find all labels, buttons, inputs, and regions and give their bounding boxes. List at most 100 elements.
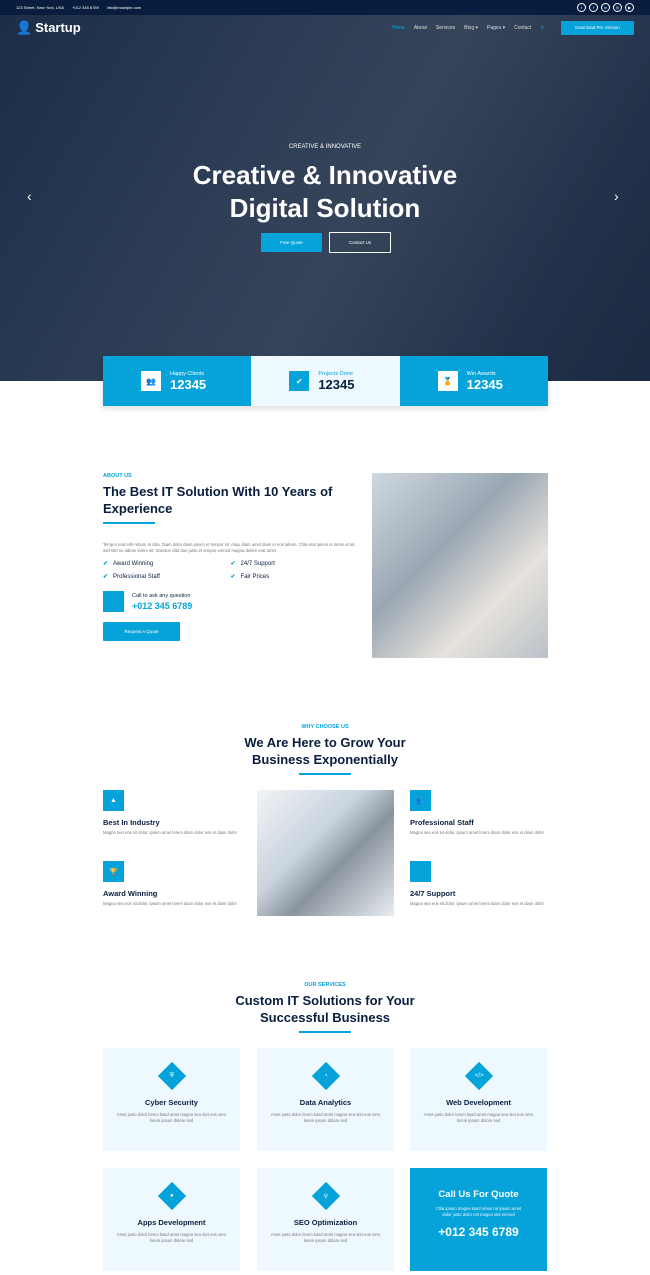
about-image [372,473,548,658]
hero-title-2: Digital Solution [229,193,421,223]
feature-text: Magna sea eos sit dolor, ipsum amet lore… [410,830,544,835]
quote-title: Call Us For Quote [438,1189,519,1200]
nav-home[interactable]: Home [392,25,405,31]
why-header: WHY CHOOSE US We Are Here to Grow Your B… [0,724,650,775]
nav-services[interactable]: Services [436,25,455,31]
user-icon: 👤 [16,19,33,35]
stat-value: 12345 [170,376,207,392]
nav-menu: Home About Services Blog ▾ Pages ▾ Conta… [392,20,634,35]
address: 123 Street, New York, USA [16,5,65,10]
carousel-prev-icon[interactable]: ‹ [27,188,32,204]
check-item: ✔ Award Winning [103,560,231,568]
stats-bar: 👥 Happy Clients 12345 ✔ Projects Done 12345 … [103,356,548,406]
stat-value: 12345 [318,376,355,392]
divider [299,773,351,775]
about-subtitle: ABOUT US [103,473,132,479]
navbar: 👤 Startup Home About Services Blog ▾ Page… [0,15,650,40]
feature-professional-staff: 👥 Professional Staff Magna sea eos sit dol… [410,790,547,836]
android-icon: ● [157,1181,186,1211]
users-icon: 👥 [410,790,431,811]
brand-logo[interactable]: 👤 Startup [16,20,81,36]
about-section: ABOUT US The Best IT Solution With 10 Ye… [103,473,359,642]
check-item: ✔ Fair Prices [230,573,359,581]
divider [103,522,155,524]
service-card-cyber-security[interactable]: ⛨ Cyber Security Amet justo dolor lorem ka… [103,1048,240,1151]
hero-title-1: Creative & Innovative [192,160,458,190]
check-item: ✔ Professional Staff [103,573,231,581]
stat-value: 12345 [466,376,503,392]
check-icon: ✔ [103,574,109,581]
why-subtitle: WHY CHOOSE US [301,724,349,730]
stat-win-awards: 🏅 Win Awards 12345 [399,356,548,406]
nav-about[interactable]: About [414,25,427,31]
quote-phone: +012 345 6789 [438,1225,519,1240]
stat-happy-clients: 👥 Happy Clients 12345 [103,356,252,406]
service-card-seo-optimization[interactable]: ⚲ SEO Optimization Amet justo dolor lorem … [257,1168,394,1271]
feature-text: Magna sea eos sit dolor, ipsum amet lore… [103,901,237,906]
stat-label: Happy Clients [170,370,205,377]
quote-text: Clita ipsum magna kasd rebum at ipsum am… [435,1206,522,1218]
nav-pages[interactable]: Pages ▾ [487,25,505,31]
feature-24-7-support: 24/7 Support Magna sea eos sit dolor, ips… [410,861,547,907]
youtube-icon[interactable]: ▶ [625,3,634,12]
cube-icon: ▲ [103,790,124,811]
instagram-icon[interactable]: ◎ [613,3,622,12]
feature-title: Award Winning [103,889,158,898]
download-pro-button[interactable]: Download Pro Version [561,20,634,35]
check-label: 24/7 Support [240,560,275,567]
services-title-1: Custom IT Solutions for Your [235,993,415,1008]
award-icon: 🏅 [437,371,458,391]
check-icon: ✔ [103,561,109,568]
check-icon: ✔ [230,574,236,581]
why-title-2: Business Exponentially [252,752,398,767]
service-card-web-development[interactable]: </> Web Development Amet justo dolor lorem… [410,1048,547,1151]
service-title: Cyber Security [145,1098,198,1107]
services-subtitle: OUR SERVICES [304,982,346,988]
service-text: Amet justo dolor lorem kasd amet magna s… [116,1232,227,1244]
service-title: Data Analytics [299,1098,352,1107]
contact-us-button[interactable]: Contact Us [329,232,391,253]
twitter-icon[interactable]: t [577,3,586,12]
phone-icon [410,861,431,882]
email: info@example.com [106,5,142,10]
search-icon[interactable]: ⚲ [540,25,544,31]
hero-kicker: CREATIVE & INNOVATIVE [288,144,362,150]
service-text: Amet justo dolor lorem kasd amet magna s… [270,1232,381,1244]
feature-text: Magna sea eos sit dolor, ipsum amet lore… [103,830,237,835]
service-card-apps-development[interactable]: ● Apps Development Amet justo dolor lorem … [103,1168,240,1271]
service-text: Amet justo dolor lorem kasd amet magna s… [423,1112,534,1124]
about-title: The Best IT Solution With 10 Years of Ex… [103,484,333,516]
feature-title: Professional Staff [410,818,474,827]
feature-title: 24/7 Support [410,889,456,898]
call-for-quote-card: Call Us For Quote Clita ipsum magna kasd… [410,1168,547,1271]
nav-contact[interactable]: Contact [514,25,531,31]
service-card-data-analytics[interactable]: ◔ Data Analytics Amet justo dolor lorem ka… [257,1048,394,1151]
code-icon: </> [464,1061,493,1091]
nav-blog[interactable]: Blog ▾ [464,25,478,31]
phone-icon [103,591,124,613]
service-title: Apps Development [137,1218,206,1227]
chart-pie-icon: ◔ [311,1061,340,1091]
check-icon: ✔ [289,371,310,391]
services-header: OUR SERVICES Custom IT Solutions for You… [0,982,650,1033]
social-links: t f in ◎ ▶ [577,3,634,12]
stat-label: Projects Done [318,370,353,377]
users-icon: 👥 [141,371,161,391]
why-title-1: We Are Here to Grow Your [244,735,406,750]
linkedin-icon[interactable]: in [601,3,610,12]
call-number: +012 345 6789 [132,600,193,611]
call-box: Call to ask any question +012 345 6789 [103,591,358,613]
services-title-2: Successful Business [259,1010,391,1025]
request-quote-button[interactable]: Request A Quote [103,622,180,642]
service-text: Amet justo dolor lorem kasd amet magna s… [116,1112,227,1124]
service-title: SEO Optimization [293,1218,358,1227]
service-title: Web Development [446,1098,511,1107]
free-quote-button[interactable]: Free Quote [261,233,322,252]
divider [299,1031,351,1033]
carousel-next-icon[interactable]: › [614,188,619,204]
facebook-icon[interactable]: f [589,3,598,12]
feature-title: Best In Industry [103,818,160,827]
check-icon: ✔ [230,561,236,568]
why-image [257,790,394,916]
feature-text: Magna sea eos sit dolor, ipsum amet lore… [410,901,544,906]
